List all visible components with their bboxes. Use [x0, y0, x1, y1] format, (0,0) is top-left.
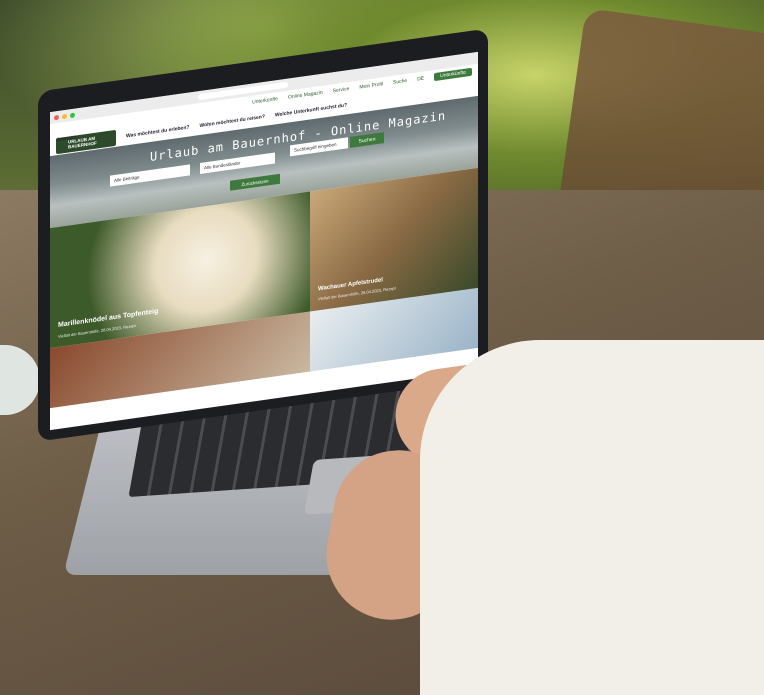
region-select[interactable]: Alle Bundesländer	[200, 152, 275, 174]
maximize-dot-icon[interactable]	[70, 112, 75, 118]
close-dot-icon[interactable]	[54, 114, 59, 121]
nav-unterkuenfte[interactable]: Unterkünfte	[252, 96, 278, 106]
white-sleeve	[420, 340, 764, 695]
category-select[interactable]: Alle Beiträge	[110, 164, 190, 187]
reset-button[interactable]: Zurücksetzen	[230, 173, 280, 191]
nav-mein-profil[interactable]: Mein Profil	[359, 81, 383, 90]
minimize-dot-icon[interactable]	[62, 113, 67, 119]
nav-service[interactable]: Service	[333, 86, 350, 94]
photo-scene: Unterkünfte Online Magazin Service Mein …	[0, 0, 764, 695]
nav-language[interactable]: DE	[417, 75, 424, 82]
article-card[interactable]: Wachauer Apfelstrudel Vielfalt der Bauer…	[310, 167, 478, 312]
nav-online-magazin[interactable]: Online Magazin	[288, 90, 323, 101]
nav-suche[interactable]: Suche	[393, 78, 407, 86]
laptop-screen: Unterkünfte Online Magazin Service Mein …	[50, 51, 478, 431]
